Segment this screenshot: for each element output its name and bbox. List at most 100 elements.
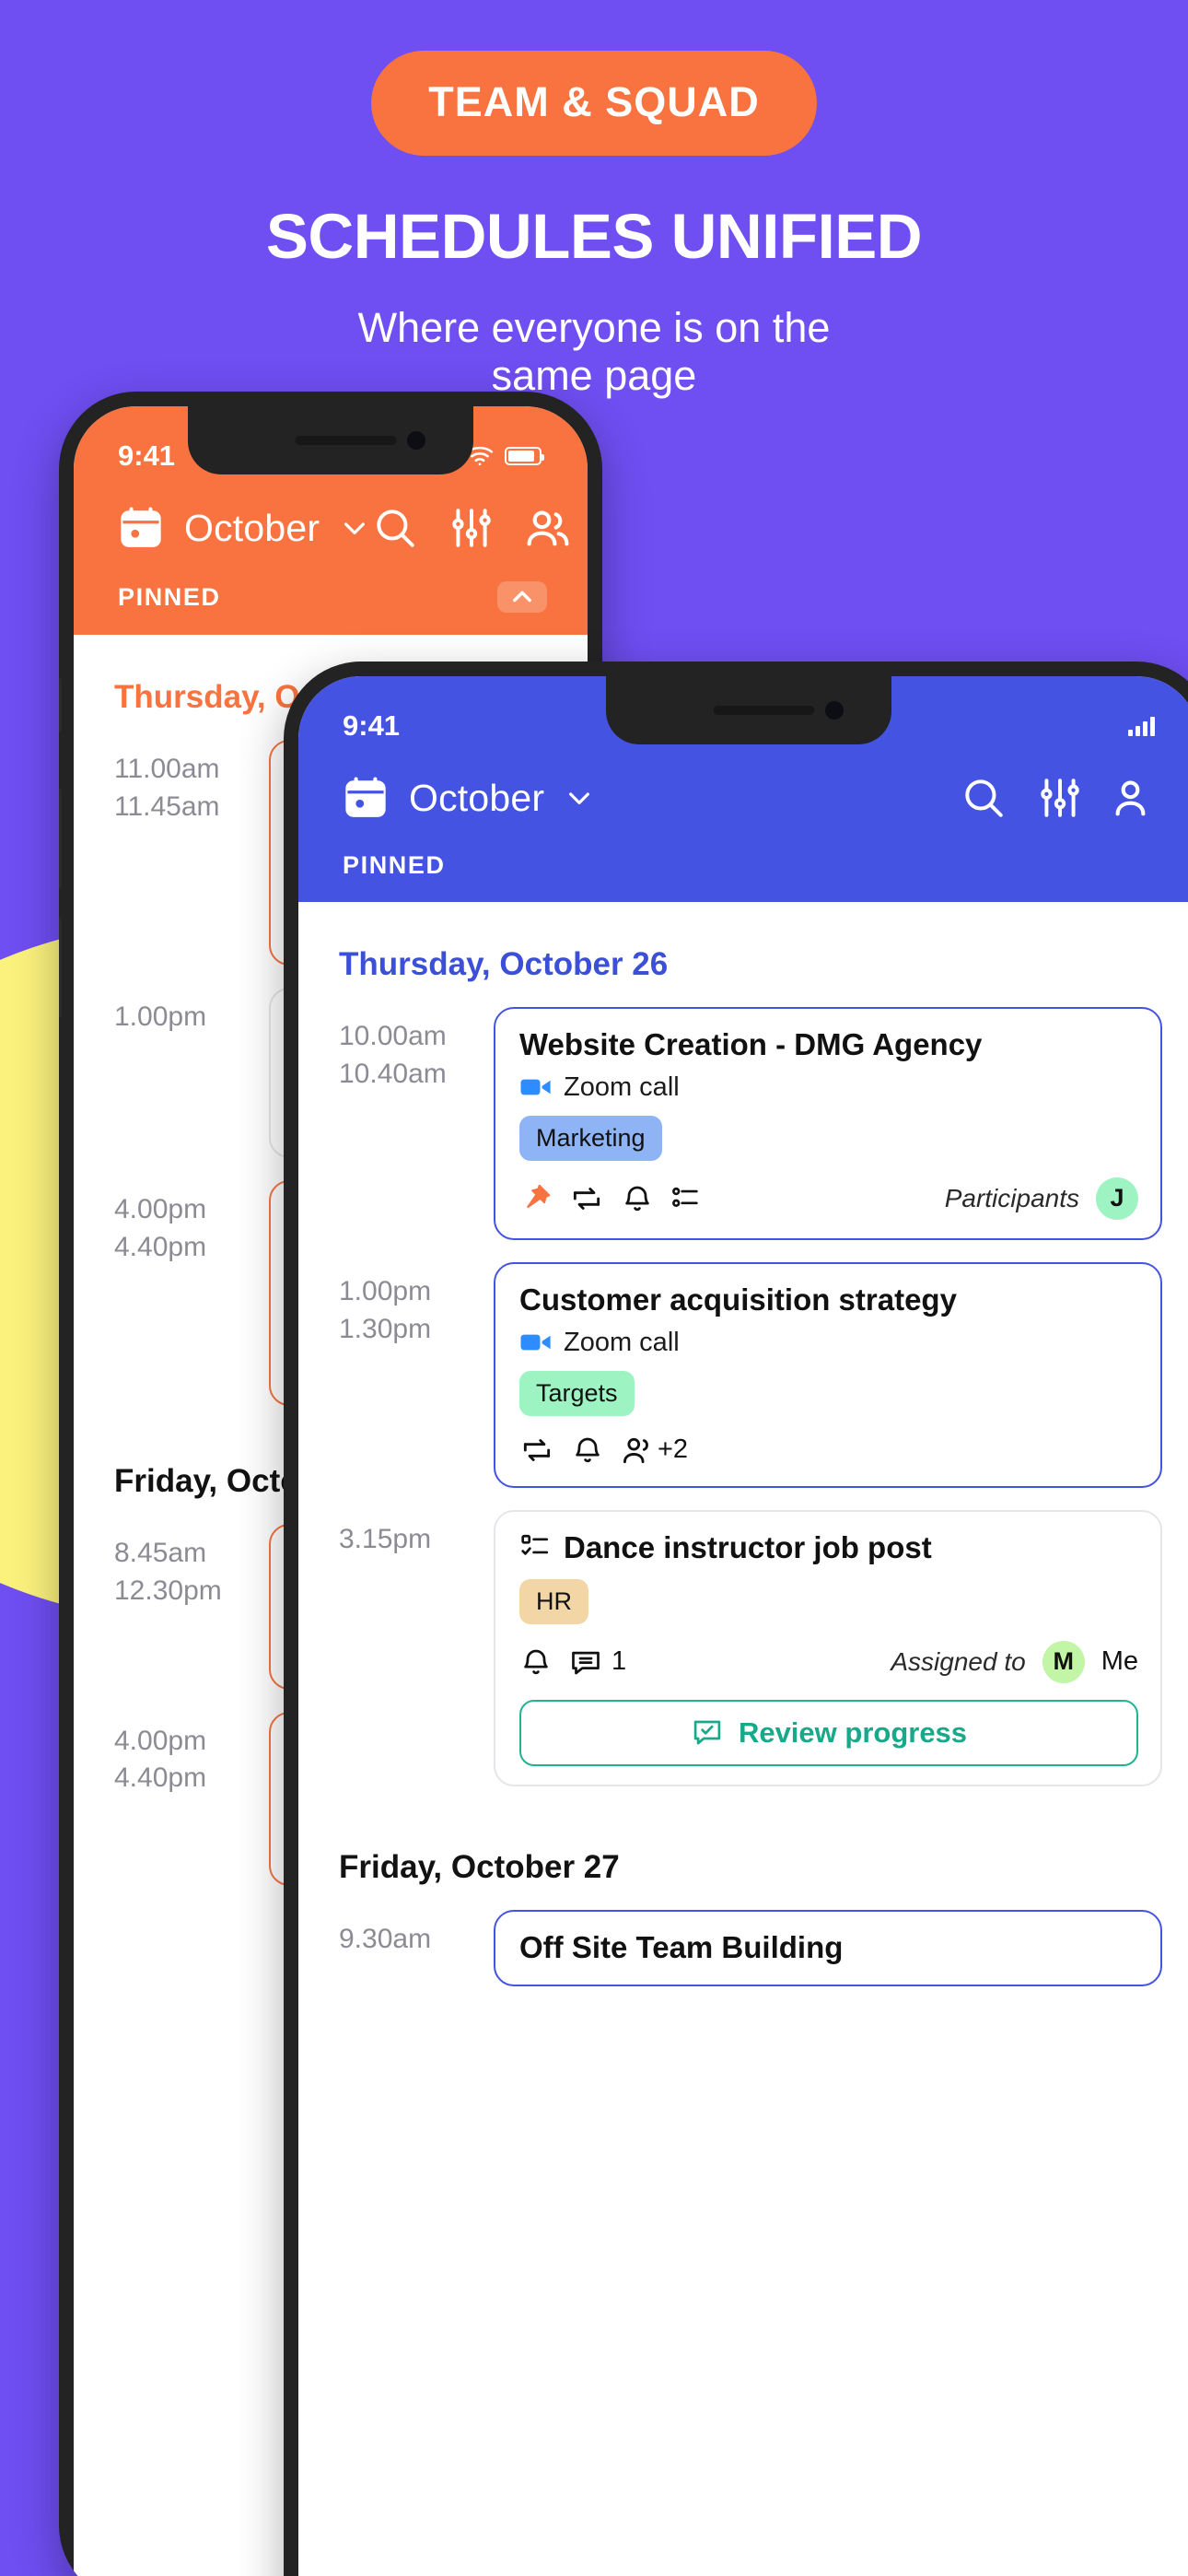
zoom-icon xyxy=(519,1330,553,1354)
event-time: 8.45am 12.30pm xyxy=(114,1524,269,1610)
calendar-icon xyxy=(343,775,389,821)
month-label[interactable]: October xyxy=(184,507,320,550)
review-progress-button[interactable]: Review progress xyxy=(519,1699,1138,1766)
event-chips: HR xyxy=(519,1578,1138,1624)
event-start: 1.00pm xyxy=(114,1001,207,1032)
event-footer: 1 Assigned to M Me xyxy=(519,1640,1138,1683)
event-card[interactable]: Dance instructor job post HR 1 Assigned … xyxy=(494,1509,1162,1786)
repeat-icon[interactable] xyxy=(519,1433,554,1468)
event-time: 4.00pm 4.40pm xyxy=(114,1180,269,1267)
event-source: Zoom call xyxy=(519,1328,1138,1358)
earpiece-speaker xyxy=(713,706,815,715)
event-title: Customer acquisition strategy xyxy=(519,1282,957,1317)
event-footer: Participants J xyxy=(519,1177,1138,1220)
phone2-nav-row: October xyxy=(298,755,1188,824)
filters-icon[interactable] xyxy=(446,502,497,554)
phone1-pinned-row: PINNED xyxy=(74,554,588,635)
phone1-mute-button xyxy=(59,677,62,732)
filters-icon[interactable] xyxy=(1034,772,1086,824)
pinned-label: PINNED xyxy=(343,851,446,879)
phone2-screen: 9:41 October PINNED Thursday, October 26… xyxy=(298,676,1188,2576)
event-title-text: Dance instructor job post xyxy=(564,1529,932,1564)
extra-participants-count: +2 xyxy=(658,1434,689,1465)
people-icon[interactable] xyxy=(621,1433,656,1468)
hero-badge: TEAM & SQUAD xyxy=(371,51,817,156)
chip: Targets xyxy=(519,1370,635,1416)
chevron-down-icon[interactable] xyxy=(340,513,369,543)
event-start: 1.00pm xyxy=(339,1275,432,1306)
day-header: Thursday, October 26 xyxy=(339,946,669,982)
list-item[interactable]: 10.00am 10.40am Website Creation - DMG A… xyxy=(298,989,1188,1244)
day-header: Friday, October 27 xyxy=(339,1848,620,1885)
battery-icon xyxy=(505,447,544,465)
avatar[interactable]: J xyxy=(1096,1177,1138,1220)
comment-icon[interactable] xyxy=(569,1645,602,1679)
event-time: 3.15pm xyxy=(339,1510,494,1559)
event-card[interactable]: Off Site Team Building xyxy=(494,1909,1162,1986)
event-start: 4.00pm xyxy=(114,1725,207,1756)
list-item[interactable]: 3.15pm Dance instructor job post HR 1 As… xyxy=(298,1492,1188,1790)
event-time: 1.00pm 1.30pm xyxy=(339,1262,494,1349)
search-icon[interactable] xyxy=(369,502,421,554)
event-chips: Marketing xyxy=(519,1115,1138,1161)
event-end: 11.45am xyxy=(114,790,220,822)
phone1-volume-up xyxy=(59,788,62,889)
review-progress-label: Review progress xyxy=(738,1715,968,1749)
event-start: 9.30am xyxy=(339,1923,432,1954)
comment-count: 1 xyxy=(611,1646,627,1677)
event-chips: Targets xyxy=(519,1370,1138,1416)
people-icon[interactable] xyxy=(522,502,574,554)
list-item[interactable]: 9.30am Off Site Team Building xyxy=(298,1891,1188,1990)
event-start: 8.45am xyxy=(114,1537,207,1568)
earpiece-speaker xyxy=(295,436,397,445)
repeat-icon[interactable] xyxy=(569,1181,604,1216)
event-end: 10.40am xyxy=(339,1058,447,1089)
bell-icon[interactable] xyxy=(571,1434,604,1467)
chevron-up-icon[interactable] xyxy=(497,581,547,613)
assignee-name: Me xyxy=(1101,1646,1138,1677)
event-end: 4.40pm xyxy=(114,1231,207,1262)
event-time: 10.00am 10.40am xyxy=(339,1007,494,1094)
month-label[interactable]: October xyxy=(409,777,544,820)
event-title: Off Site Team Building xyxy=(519,1929,844,1964)
event-end: 12.30pm xyxy=(114,1575,222,1606)
event-time: 9.30am xyxy=(339,1910,494,1959)
event-source-label: Zoom call xyxy=(564,1327,680,1357)
event-card[interactable]: Customer acquisition strategy Zoom call … xyxy=(494,1261,1162,1488)
pin-icon[interactable] xyxy=(519,1182,553,1215)
list-item[interactable]: 1.00pm 1.30pm Customer acquisition strat… xyxy=(298,1244,1188,1492)
event-card[interactable]: Website Creation - DMG Agency Zoom call … xyxy=(494,1007,1162,1240)
search-icon[interactable] xyxy=(958,772,1009,824)
pinned-label: PINNED xyxy=(118,582,221,611)
hero-section: TEAM & SQUAD SCHEDULES UNIFIED Where eve… xyxy=(0,0,1188,400)
chip: Marketing xyxy=(519,1115,662,1161)
phone1-volume-down xyxy=(59,917,62,1018)
avatar[interactable]: M xyxy=(1042,1640,1085,1683)
task-list-icon xyxy=(519,1532,551,1563)
chevron-down-icon[interactable] xyxy=(565,783,594,813)
phone1-nav-row: October xyxy=(74,486,588,554)
hero-subtitle: Where everyone is on the same page xyxy=(0,304,1188,400)
event-start: 3.15pm xyxy=(339,1523,432,1554)
event-time: 4.00pm 4.40pm xyxy=(114,1712,269,1798)
participants-label: Participants xyxy=(944,1183,1079,1212)
event-time: 11.00am 11.45am xyxy=(114,740,269,826)
assigned-to-label: Assigned to xyxy=(891,1646,1026,1676)
page-title: SCHEDULES UNIFIED xyxy=(265,201,923,272)
calendar-icon xyxy=(118,505,164,551)
event-title: Dance instructor job post xyxy=(519,1530,1138,1566)
front-camera xyxy=(407,431,425,450)
phone2-event-sheet[interactable]: Thursday, October 26 10.00am 10.40am Web… xyxy=(298,902,1188,2376)
event-start: 10.00am xyxy=(339,1021,447,1051)
bell-icon[interactable] xyxy=(621,1182,654,1215)
event-time: 1.00pm xyxy=(114,988,269,1036)
event-start: 4.00pm xyxy=(114,1193,207,1224)
phone2-clock: 9:41 xyxy=(343,709,401,742)
bell-icon[interactable] xyxy=(519,1645,553,1679)
people-icon[interactable] xyxy=(1111,772,1162,824)
hero-subtitle-line1: Where everyone is on the xyxy=(357,304,831,351)
task-list-icon[interactable] xyxy=(670,1183,702,1214)
phone1-clock: 9:41 xyxy=(118,439,176,472)
event-title: Website Creation - DMG Agency xyxy=(519,1027,983,1061)
event-end: 4.40pm xyxy=(114,1762,207,1794)
